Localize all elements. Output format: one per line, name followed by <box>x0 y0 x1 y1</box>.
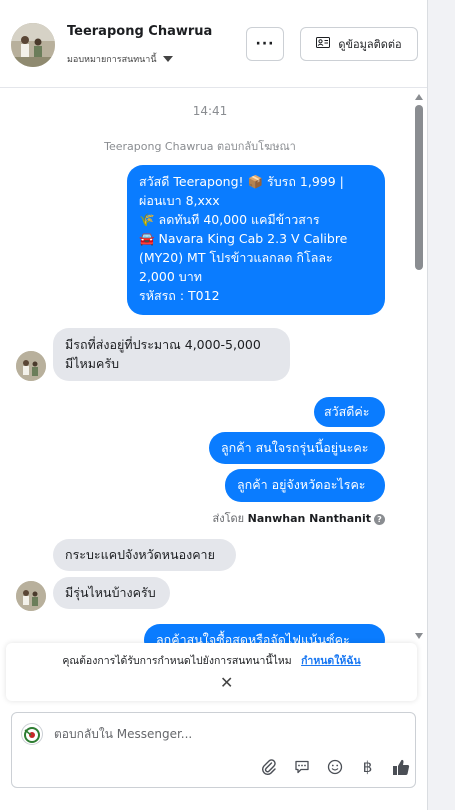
baht-payment-icon[interactable]: ฿ <box>357 756 378 777</box>
contact-card-icon <box>316 37 331 51</box>
chat-bubble-icon[interactable] <box>291 756 312 777</box>
sent-by-note: ส่งโดย Nanwhan Nanthanit? <box>0 509 385 527</box>
conversation-panel: Teerapong Chawrua มอบหมายการสนทนานี้ ···… <box>0 0 427 810</box>
view-contact-info-button[interactable]: ดูข้อมูลติดต่อ <box>300 27 418 61</box>
message-scrollbar[interactable] <box>412 90 426 645</box>
message-line: 🌾 ลดทันที 40,000 แคมีข้าวสาร <box>139 212 320 227</box>
more-icon: ··· <box>255 36 275 52</box>
sender-avatar[interactable] <box>16 581 46 611</box>
contact-name[interactable]: Teerapong Chawrua <box>67 24 212 39</box>
scroll-down-arrow[interactable] <box>415 633 423 639</box>
sent-by-prefix: ส่งโดย <box>212 512 245 525</box>
message-line: (MY20) MT โปรข้าวแลกลด กิโลละ <box>139 250 333 265</box>
ad-reply-note: Teerapong Chawrua ตอบกลับโฆษณา <box>104 140 296 153</box>
message-line: ผ่อนเบา 8,xxx <box>139 193 220 208</box>
sent-by-name[interactable]: Nanwhan Nanthanit <box>248 512 371 525</box>
attach-icon[interactable] <box>258 756 279 777</box>
message-line: มีรถที่ส่งอยู่ที่ประมาณ 4,000-5,000 <box>65 337 261 352</box>
incoming-message-bubble[interactable]: มีรถที่ส่งอยู่ที่ประมาณ 4,000-5,000 มีไห… <box>53 328 290 381</box>
message-line: สวัสดี Teerapong! 📦 รับรถ 1,999 | <box>139 174 344 189</box>
incoming-message-bubble[interactable]: กระบะแคปจังหวัดหนองคาย <box>53 539 236 571</box>
message-line: 2,000 บาท <box>139 269 202 284</box>
ad-message-bubble[interactable]: สวัสดี Teerapong! 📦 รับรถ 1,999 | ผ่อนเบ… <box>127 165 385 315</box>
assign-conversation-dropdown[interactable]: มอบหมายการสนทนานี้ <box>67 52 173 66</box>
page-avatar <box>21 723 43 745</box>
outgoing-message-bubble[interactable]: สวัสดีค่ะ <box>314 397 385 427</box>
assign-notification: คุณต้องการได้รับการกำหนดไปยังการสนทนานี้… <box>6 643 417 701</box>
caret-down-icon <box>162 56 173 62</box>
emoji-icon[interactable] <box>324 756 345 777</box>
close-icon[interactable]: ✕ <box>220 673 233 692</box>
outgoing-message-bubble[interactable]: ลูกค้าสนใจซื้อสดหรือจัดไฟแน้นซ์คะ <box>144 624 385 644</box>
incoming-message-bubble[interactable]: มีรุ่นไหนบ้างครับ <box>53 577 170 609</box>
reply-input[interactable] <box>54 727 394 741</box>
message-line: มีไหมครับ <box>65 356 120 371</box>
sender-avatar[interactable] <box>16 351 46 381</box>
conversation-header: Teerapong Chawrua มอบหมายการสนทนานี้ ···… <box>0 0 427 88</box>
assign-to-me-link[interactable]: กำหนดให้ฉัน <box>301 655 361 667</box>
contact-avatar[interactable] <box>11 23 55 67</box>
notification-text: คุณต้องการได้รับการกำหนดไปยังการสนทนานี้… <box>6 652 417 669</box>
thumbs-up-icon[interactable] <box>390 756 411 777</box>
more-options-button[interactable]: ··· <box>246 27 284 61</box>
message-timestamp: 14:41 <box>192 104 228 118</box>
notification-message: คุณต้องการได้รับการกำหนดไปยังการสนทนานี้… <box>62 655 292 667</box>
scroll-thumb[interactable] <box>415 105 423 270</box>
message-line: 🚘 Navara King Cab 2.3 V Calibre <box>139 231 348 246</box>
scroll-up-arrow[interactable] <box>415 94 423 100</box>
right-sidebar-edge <box>427 0 455 810</box>
composer-toolbar: ฿ <box>258 756 411 777</box>
message-clip: ลูกค้าสนใจซื้อสดหรือจัดไฟแน้นซ์คะ <box>0 620 410 644</box>
message-composer: ฿ <box>11 712 416 788</box>
outgoing-message-bubble[interactable]: ลูกค้า สนใจรถรุ่นนี้อยู่นะคะ <box>209 432 385 464</box>
info-icon[interactable]: ? <box>374 513 385 525</box>
message-line: รหัสรถ : T012 <box>139 288 220 303</box>
contact-info-label: ดูข้อมูลติดต่อ <box>338 38 402 51</box>
outgoing-message-bubble[interactable]: ลูกค้า อยู่จังหวัดอะไรคะ <box>225 469 385 502</box>
assign-label: มอบหมายการสนทนานี้ <box>67 55 157 65</box>
